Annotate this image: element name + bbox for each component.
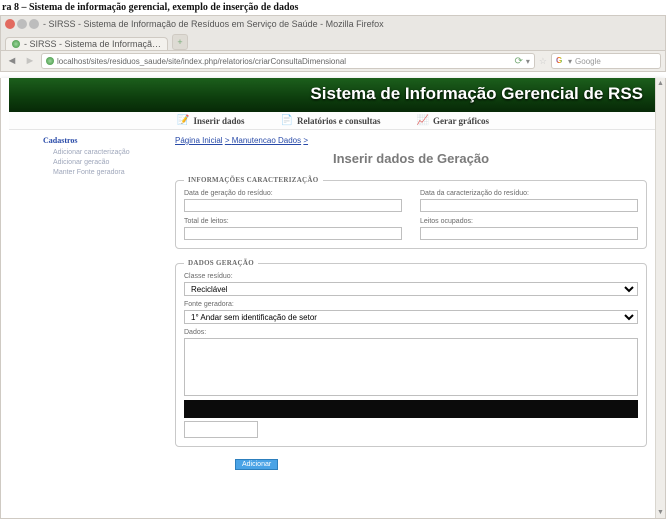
label-classe: Classe resíduo:	[184, 273, 638, 280]
legend-dados: DADOS GERAÇÃO	[184, 259, 258, 267]
input-extra[interactable]	[184, 421, 258, 438]
label-dados: Dados:	[184, 329, 638, 336]
figure-caption: ra 8 – Sistema de informação gerencial, …	[0, 0, 666, 15]
menu-label: Inserir dados	[193, 116, 244, 126]
scroll-down-icon[interactable]: ▼	[657, 509, 664, 516]
forward-button[interactable]: ►	[23, 54, 37, 68]
input-data-geracao[interactable]	[184, 199, 402, 212]
sidebar-link-geracao[interactable]: Adicionar geracão	[53, 159, 163, 166]
breadcrumb-home[interactable]: Página Inicial	[175, 136, 223, 145]
page-title: Inserir dados de Geração	[175, 151, 647, 166]
globe-icon	[12, 40, 20, 48]
close-icon[interactable]	[5, 19, 15, 29]
reload-icon[interactable]: ⟳	[515, 56, 523, 67]
dropdown-icon[interactable]: ▾	[526, 57, 530, 66]
submit-button[interactable]: Adicionar	[235, 459, 278, 470]
menu-relatorios[interactable]: 📄 Relatórios e consultas	[281, 115, 381, 126]
select-classe[interactable]: Reciclável	[184, 282, 638, 296]
menu-inserir-dados[interactable]: 📝 Inserir dados	[177, 115, 245, 126]
menu-label: Relatórios e consultas	[297, 116, 381, 126]
label-data-geracao: Data de geração do resíduo:	[184, 190, 402, 197]
google-icon	[556, 57, 565, 66]
textarea-dados[interactable]	[184, 338, 638, 396]
label-total-leitos: Total de leitos:	[184, 218, 402, 225]
window-title: - SIRSS - Sistema de Informação de Resíd…	[43, 19, 384, 29]
label-leitos-ocup: Leitos ocupados:	[420, 218, 638, 225]
breadcrumb-sep: >	[225, 136, 232, 145]
chart-icon: 📈	[417, 115, 429, 126]
select-fonte[interactable]: 1° Andar sem identificação de setor	[184, 310, 638, 324]
toolbar: ◄ ► localhost/sites/residuos_saude/site/…	[0, 50, 666, 72]
edit-icon: 📝	[177, 115, 189, 126]
scroll-up-icon[interactable]: ▲	[657, 80, 664, 87]
main-menu: 📝 Inserir dados 📄 Relatórios e consultas…	[9, 112, 657, 130]
bookmark-icon[interactable]: ☆	[539, 56, 547, 67]
app-title: Sistema de Informação Gerencial de RSS	[310, 84, 643, 103]
input-leitos-ocup[interactable]	[420, 227, 638, 240]
url-text: localhost/sites/residuos_saude/site/inde…	[57, 57, 512, 66]
breadcrumb-sep: >	[303, 136, 308, 145]
search-placeholder: Google	[575, 57, 601, 66]
fieldset-dados: DADOS GERAÇÃO Classe resíduo: Reciclável…	[175, 259, 647, 447]
black-bar	[184, 400, 638, 418]
sidebar-link-fonte[interactable]: Manter Fonte geradora	[53, 169, 163, 176]
globe-icon	[46, 57, 54, 65]
menu-label: Gerar gráficos	[433, 116, 489, 126]
app-header: Sistema de Informação Gerencial de RSS	[9, 78, 657, 112]
breadcrumb-manutencao[interactable]: Manutencao Dados	[232, 136, 301, 145]
tab-active[interactable]: - SIRSS - Sistema de Informaçã…	[5, 37, 168, 50]
label-data-caract: Data da caracterização do resíduo:	[420, 190, 638, 197]
maximize-icon[interactable]	[29, 19, 39, 29]
input-total-leitos[interactable]	[184, 227, 402, 240]
minimize-icon[interactable]	[17, 19, 27, 29]
sidebar: Cadastros Adicionar caracterização Adici…	[43, 136, 163, 470]
tab-label: - SIRSS - Sistema de Informaçã…	[24, 39, 161, 49]
scrollbar-vertical[interactable]: ▲ ▼	[655, 78, 665, 518]
input-data-caract[interactable]	[420, 199, 638, 212]
url-bar[interactable]: localhost/sites/residuos_saude/site/inde…	[41, 53, 535, 69]
main-content: Página Inicial > Manutencao Dados > Inse…	[175, 136, 647, 470]
new-tab-button[interactable]: +	[172, 34, 188, 50]
breadcrumb: Página Inicial > Manutencao Dados >	[175, 136, 647, 145]
viewport: ▲ ▼ Sistema de Informação Gerencial de R…	[0, 78, 666, 519]
label-fonte: Fonte geradora:	[184, 301, 638, 308]
legend-info: INFORMAÇÕES CARACTERIZAÇÃO	[184, 176, 323, 184]
document-icon: 📄	[281, 115, 293, 126]
menu-graficos[interactable]: 📈 Gerar gráficos	[417, 115, 490, 126]
fieldset-info: INFORMAÇÕES CARACTERIZAÇÃO Data de geraç…	[175, 176, 647, 249]
tab-strip: - SIRSS - Sistema de Informaçã… +	[0, 32, 666, 50]
back-button[interactable]: ◄	[5, 54, 19, 68]
dropdown-icon[interactable]: ▾	[568, 57, 572, 66]
sidebar-link-caracterizacao[interactable]: Adicionar caracterização	[53, 149, 163, 156]
search-box[interactable]: ▾ Google	[551, 53, 661, 69]
window-titlebar: - SIRSS - Sistema de Informação de Resíd…	[0, 15, 666, 32]
sidebar-title: Cadastros	[43, 136, 163, 145]
